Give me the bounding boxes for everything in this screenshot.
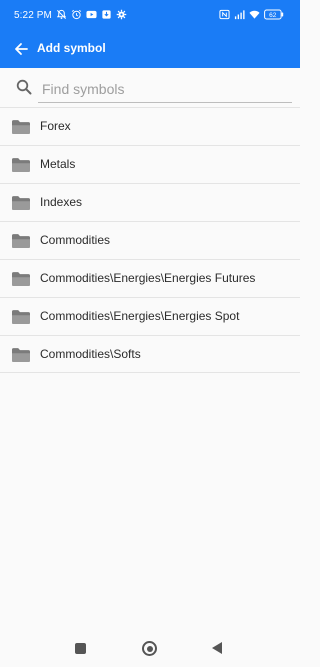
status-bar: 5:22 PM 62 [0, 0, 300, 32]
battery-icon: 62 [264, 9, 284, 20]
symbol-group-label: Indexes [40, 195, 83, 209]
folder-icon [11, 347, 31, 363]
arrow-left-icon [15, 43, 28, 55]
top-bar: 5:22 PM 62 Add symbol [0, 0, 300, 68]
system-nav-bar [0, 627, 300, 667]
app-bar: Add symbol [0, 32, 300, 68]
settings-icon [116, 9, 127, 20]
battery-level: 62 [269, 12, 277, 19]
symbol-group-label: Commodities [40, 233, 111, 247]
download-icon [102, 10, 111, 19]
folder-icon [11, 195, 31, 211]
add-symbol-screen: 5:22 PM 62 Add symbol Fo [0, 0, 300, 667]
symbol-group-row[interactable]: Commodities\Softs [0, 335, 300, 373]
status-left-icons [56, 9, 127, 20]
folder-icon [11, 233, 31, 249]
symbol-group-row[interactable]: Commodities [0, 221, 300, 259]
page-title: Add symbol [37, 41, 106, 55]
home-dot [146, 645, 153, 652]
home-circle-icon[interactable] [142, 641, 157, 656]
symbol-group-row[interactable]: Forex [0, 107, 300, 145]
symbol-group-list: Forex Metals Indexes Commodities Commodities… [0, 107, 300, 373]
symbol-group-row[interactable]: Commodities\Energies\Energies Spot [0, 297, 300, 335]
search-icon [16, 79, 32, 95]
search-input[interactable] [38, 75, 292, 103]
symbol-group-label: Commodities\Softs [40, 347, 141, 361]
folder-icon [11, 309, 31, 325]
nfc-icon [219, 9, 230, 20]
symbol-group-label: Commodities\Energies\Energies Spot [40, 309, 240, 323]
folder-icon [11, 271, 31, 287]
status-time: 5:22 PM [14, 10, 52, 21]
symbol-group-row[interactable]: Indexes [0, 183, 300, 221]
symbol-group-label: Metals [40, 157, 76, 171]
back-button[interactable] [8, 36, 34, 62]
youtube-icon [86, 10, 97, 19]
symbol-group-row[interactable]: Metals [0, 145, 300, 183]
status-right-icons: 62 [219, 9, 284, 20]
alarm-icon [71, 9, 82, 20]
symbol-group-label: Forex [40, 119, 71, 133]
signal-4g-icon [234, 10, 245, 20]
folder-icon [11, 119, 31, 135]
folder-icon [11, 157, 31, 173]
symbol-group-row[interactable]: Commodities\Energies\Energies Futures [0, 259, 300, 297]
mute-bell-icon [56, 9, 67, 19]
wifi-icon [249, 10, 260, 19]
search-bar [0, 68, 300, 107]
recents-square-icon[interactable] [75, 643, 86, 654]
symbol-group-label: Commodities\Energies\Energies Futures [40, 271, 256, 285]
back-triangle-icon[interactable] [212, 642, 222, 654]
